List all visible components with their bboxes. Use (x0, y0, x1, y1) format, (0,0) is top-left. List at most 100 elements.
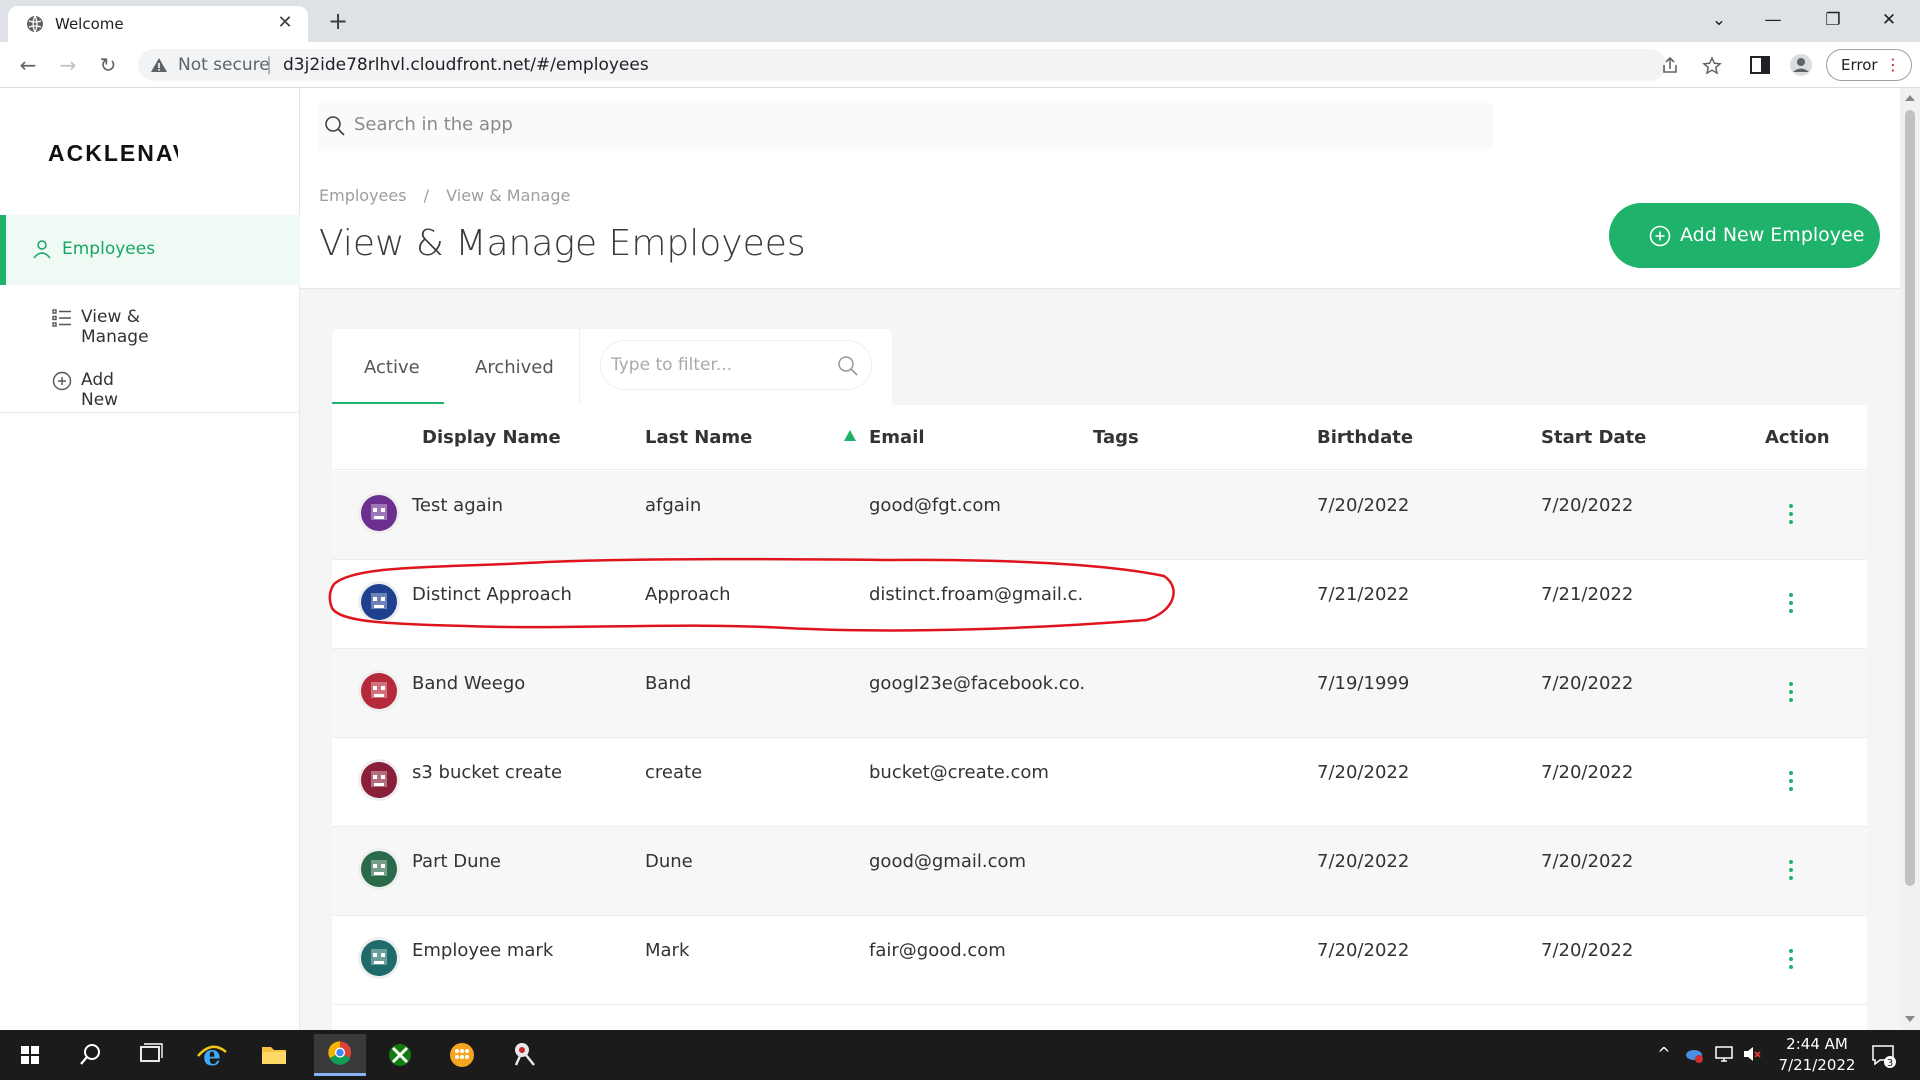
filter-input[interactable]: Type to filter... (600, 340, 872, 390)
globe-icon (27, 15, 43, 33)
cell-birthdate: 7/20/2022 (1317, 851, 1410, 872)
new-tab-button[interactable]: + (324, 8, 352, 36)
browser-tab-strip: Welcome ✕ + ⌄ — ❐ ✕ (0, 0, 1920, 42)
cell-start-date: 7/21/2022 (1541, 584, 1634, 605)
show-hidden-icons-chevron-icon[interactable]: ^ (1654, 1044, 1674, 1064)
sidebar-divider (0, 412, 300, 413)
more-actions-icon[interactable] (1786, 949, 1796, 973)
app-search[interactable]: Search in the app (318, 103, 1493, 149)
cell-display-name[interactable]: Distinct Approach (412, 584, 572, 605)
task-view-icon[interactable] (124, 1034, 176, 1076)
chrome-icon[interactable] (314, 1034, 366, 1076)
cell-last-name: Mark (645, 940, 690, 961)
sort-ascending-icon[interactable] (844, 430, 856, 441)
close-tab-icon[interactable]: ✕ (274, 12, 296, 34)
cell-display-name[interactable]: Employee mark (412, 940, 553, 961)
column-email[interactable]: Email (869, 427, 925, 448)
page-scrollbar[interactable] (1900, 88, 1920, 1030)
column-tags[interactable]: Tags (1093, 427, 1139, 448)
tab-title: Welcome (55, 15, 124, 33)
more-actions-icon[interactable] (1786, 593, 1796, 617)
column-display-name[interactable]: Display Name (422, 427, 561, 448)
address-separator: | (266, 54, 273, 75)
network-icon[interactable] (1714, 1044, 1734, 1064)
table-row[interactable]: Test again afgain good@fgt.com 7/20/2022 7/2… (332, 471, 1867, 560)
add-new-employee-button[interactable]: Add New Employee (1609, 203, 1880, 268)
cell-start-date: 7/20/2022 (1541, 495, 1634, 516)
cell-display-name[interactable]: Band Weego (412, 673, 525, 694)
tab-active[interactable]: Active (364, 357, 420, 378)
column-birthdate[interactable]: Birthdate (1317, 427, 1413, 448)
reload-button[interactable]: ↻ (94, 51, 122, 79)
more-actions-icon[interactable] (1786, 504, 1796, 528)
table-header: Display Name Last Name Email Tags Birthd… (332, 405, 1867, 470)
scrollbar-thumb[interactable] (1905, 110, 1915, 886)
table-row[interactable]: Part Dune Dune good@gmail.com 7/20/2022 7/20… (332, 827, 1867, 916)
close-window-button[interactable]: ✕ (1866, 6, 1912, 34)
cell-start-date: 7/20/2022 (1541, 762, 1634, 783)
cell-email: distinct.froam@gmail.c... (869, 584, 1084, 605)
notification-count: 3 (1887, 1058, 1893, 1068)
snipping-tool-icon[interactable] (498, 1034, 550, 1076)
cell-birthdate: 7/19/1999 (1317, 673, 1410, 694)
address-bar[interactable]: Not secure | d3j2ide78rlhvl.cloudfront.n… (138, 49, 1722, 81)
list-icon (52, 309, 71, 327)
side-panel-icon[interactable] (1748, 53, 1772, 77)
forward-button[interactable]: → (54, 51, 82, 79)
page-title: View & Manage Employees (319, 223, 806, 264)
table-row[interactable]: s3 bucket create create bucket@create.com 7… (332, 738, 1867, 827)
sidebar-item-employees[interactable]: Employees (0, 215, 300, 285)
cell-display-name[interactable]: Part Dune (412, 851, 501, 872)
column-action: Action (1765, 427, 1830, 448)
cell-birthdate: 7/21/2022 (1317, 584, 1410, 605)
column-last-name[interactable]: Last Name (645, 427, 752, 448)
cell-display-name[interactable]: Test again (412, 495, 503, 516)
profile-error-chip[interactable]: Error ⋮ (1826, 49, 1912, 81)
employees-table: Display Name Last Name Email Tags Birthd… (332, 405, 1867, 1030)
more-actions-icon[interactable] (1786, 771, 1796, 795)
active-tab-indicator (332, 402, 444, 404)
more-actions-icon[interactable] (1786, 860, 1796, 884)
back-button[interactable]: ← (14, 51, 42, 79)
action-center-icon[interactable]: 3 (1870, 1042, 1896, 1068)
bookmark-star-icon[interactable] (1702, 56, 1722, 76)
breadcrumb-view-manage[interactable]: View & Manage (446, 186, 570, 205)
cell-start-date: 7/20/2022 (1541, 940, 1634, 961)
tab-search-chevron-icon[interactable]: ⌄ (1696, 6, 1742, 34)
tabs-divider (579, 329, 580, 405)
cell-email: fair@good.com (869, 940, 1006, 961)
tab-archived[interactable]: Archived (475, 357, 554, 378)
file-explorer-icon[interactable] (248, 1034, 300, 1076)
breadcrumb: Employees / View & Manage (319, 186, 582, 205)
scroll-up-arrow-icon[interactable] (1905, 95, 1915, 101)
search-icon[interactable] (64, 1034, 116, 1076)
cell-start-date: 7/20/2022 (1541, 673, 1634, 694)
table-row[interactable]: Band Weego Band googl23e@facebook.co... 7/1… (332, 649, 1867, 738)
security-label[interactable]: Not secure (178, 55, 270, 75)
system-clock[interactable]: 2:44 AM 7/21/2022 (1772, 1034, 1862, 1076)
breadcrumb-separator: / (423, 186, 430, 205)
share-icon[interactable] (1660, 56, 1680, 76)
scroll-down-arrow-icon[interactable] (1905, 1016, 1915, 1022)
onedrive-icon[interactable] (1684, 1044, 1704, 1064)
plus-circle-icon (52, 371, 72, 391)
filter-placeholder: Type to filter... (611, 355, 733, 375)
table-row[interactable]: Distinct Approach Approach distinct.froam@… (332, 560, 1867, 649)
url-text[interactable]: d3j2ide78rlhvl.cloudfront.net/#/employee… (283, 55, 649, 75)
calculator-app-icon[interactable] (436, 1034, 488, 1076)
internet-explorer-icon[interactable]: e (186, 1034, 238, 1076)
more-actions-icon[interactable] (1786, 682, 1796, 706)
cell-birthdate: 7/20/2022 (1317, 495, 1410, 516)
browser-tab[interactable]: Welcome ✕ (8, 6, 308, 42)
minimize-button[interactable]: — (1750, 6, 1796, 34)
table-row[interactable]: Employee mark Mark fair@good.com 7/20/2022 7… (332, 916, 1867, 1005)
volume-muted-icon[interactable] (1742, 1044, 1762, 1064)
windows-start-icon[interactable] (4, 1034, 56, 1076)
column-start-date[interactable]: Start Date (1541, 427, 1646, 448)
profile-avatar-icon[interactable] (1789, 53, 1813, 77)
restore-button[interactable]: ❐ (1810, 6, 1856, 34)
xbox-app-icon[interactable] (374, 1034, 426, 1076)
cell-display-name[interactable]: s3 bucket create (412, 762, 562, 783)
breadcrumb-employees[interactable]: Employees (319, 186, 407, 205)
search-input[interactable]: Search in the app (354, 114, 513, 135)
